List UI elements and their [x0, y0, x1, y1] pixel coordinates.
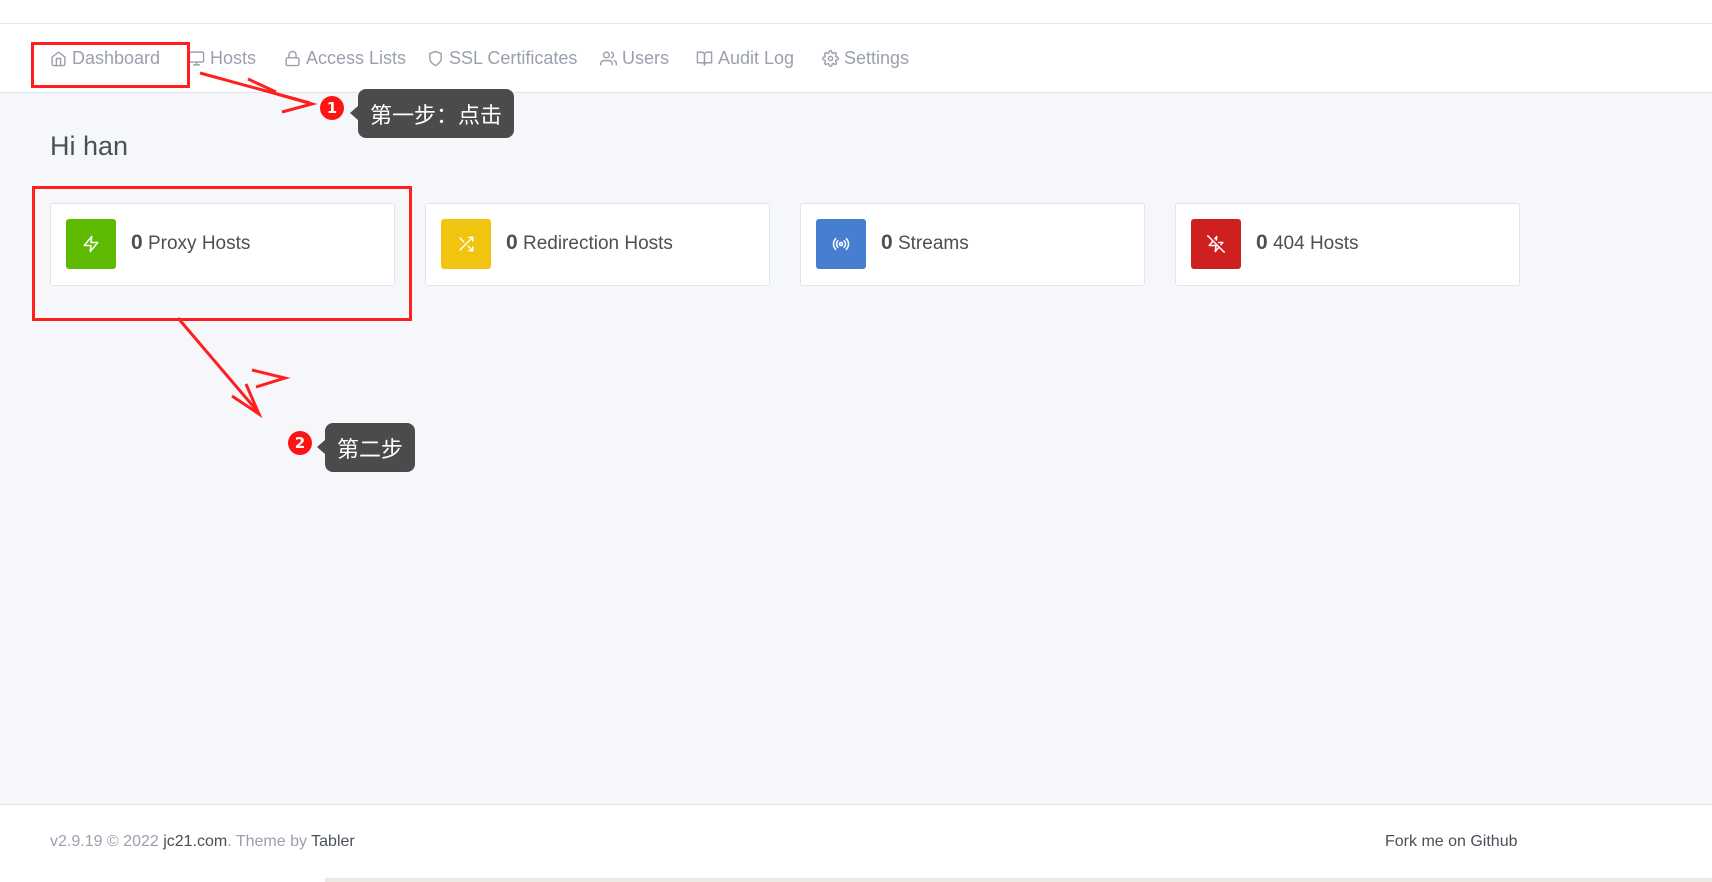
nav-item-ssl-certificates[interactable]: SSL Certificates [427, 46, 577, 70]
radio-icon [832, 237, 850, 251]
footer-company-link[interactable]: jc21.com [163, 833, 227, 850]
nav-item-users[interactable]: Users [600, 46, 669, 70]
bottom-strip [325, 878, 1712, 882]
settings-icon [822, 49, 839, 67]
footer-theme-text: . Theme by [227, 833, 307, 850]
highlight-box-dashboard [31, 42, 190, 88]
footer-version: v2.9.19 © 2022 [50, 833, 159, 850]
arrow-step2 [176, 317, 291, 419]
nav-item-label: Settings [844, 47, 910, 68]
annotation-arrows [176, 71, 318, 419]
lock-icon [285, 50, 300, 66]
stat-tile [1191, 219, 1241, 269]
nav-item-access-lists[interactable]: Access Lists [284, 46, 406, 70]
step-bubble-2: 第二步 [316, 423, 416, 472]
shuffle-icon [459, 236, 474, 252]
stat-tile [441, 219, 491, 269]
stat-name: Redirection Hosts [522, 233, 673, 254]
nav-item-label: Access Lists [306, 47, 407, 68]
stat-card-streams[interactable]: 0 Streams [800, 203, 1145, 286]
page-footer: v2.9.19 © 2022 jc21.com. Theme by Tabler… [0, 804, 1712, 882]
nav-item-label: Hosts [210, 47, 257, 68]
stat-label: 0 Streams [881, 231, 969, 255]
step-number-1: 1 [320, 96, 344, 120]
footer-github-link[interactable]: Fork me on Github [1385, 833, 1518, 851]
nav-item-hosts[interactable]: Hosts [188, 46, 256, 70]
step-number-2: 2 [288, 431, 312, 455]
stat-label: 0 404 Hosts [1256, 231, 1359, 255]
stat-card-redirection-hosts[interactable]: 0 Redirection Hosts [425, 203, 770, 286]
stat-count: 0 [506, 231, 518, 254]
highlight-box-proxy-hosts [32, 186, 412, 321]
shield-icon [429, 50, 442, 66]
footer-copyright: v2.9.19 © 2022 jc21.com. Theme by Tabler [50, 833, 355, 851]
stat-label: 0 Redirection Hosts [506, 231, 673, 255]
browser-top-strip [0, 0, 1712, 24]
stat-name: Streams [897, 233, 969, 254]
stat-card-404-hosts[interactable]: 0 404 Hosts [1175, 203, 1520, 286]
main-navbar: Dashboard Hosts Access Lists SSL Certifi… [0, 24, 1712, 93]
nav-item-label: Users [622, 47, 670, 68]
footer-theme-link[interactable]: Tabler [311, 833, 355, 850]
stat-tile [816, 219, 866, 269]
nav-item-audit-log[interactable]: Audit Log [696, 46, 794, 70]
stat-count: 0 [1256, 231, 1268, 254]
nav-item-label: SSL Certificates [449, 47, 578, 68]
stat-count: 0 [881, 231, 893, 254]
page-greeting: Hi han [50, 131, 129, 161]
monitor-icon [188, 50, 205, 66]
nav-item-label: Audit Log [718, 47, 795, 68]
nav-item-settings[interactable]: Settings [822, 46, 909, 70]
step-bubble-1: 第一步：点击 [349, 89, 515, 138]
zap-off-icon [1207, 235, 1225, 253]
stat-name: 404 Hosts [1272, 233, 1359, 254]
users-icon [600, 50, 617, 66]
book-open-icon [696, 50, 713, 66]
